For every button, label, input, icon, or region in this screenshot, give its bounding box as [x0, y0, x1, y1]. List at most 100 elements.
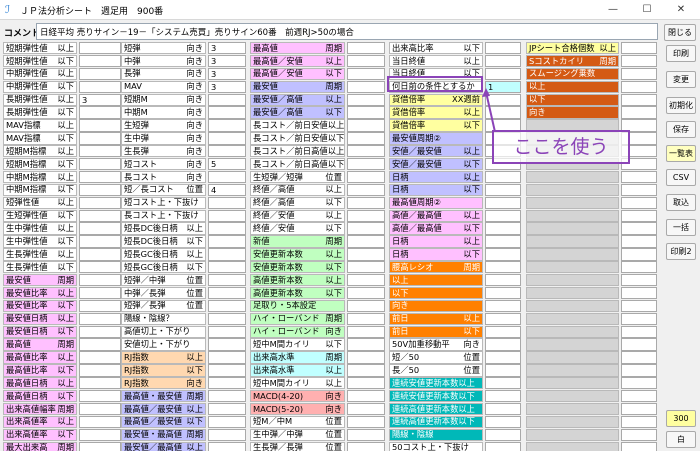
condition-value-input[interactable]	[485, 42, 521, 55]
condition-value-input[interactable]	[79, 80, 121, 93]
condition-value-input[interactable]	[621, 377, 657, 390]
condition-value-input[interactable]	[79, 428, 121, 442]
condition-value-input[interactable]: 4	[208, 183, 246, 197]
print-button[interactable]: 印刷	[666, 45, 696, 62]
condition-value-input[interactable]	[347, 441, 385, 451]
condition-value-input[interactable]	[347, 106, 385, 119]
condition-value-input[interactable]	[621, 338, 657, 351]
csv-button[interactable]: CSV	[666, 169, 696, 186]
condition-value-input[interactable]: 3	[79, 93, 121, 106]
condition-value-input[interactable]	[347, 286, 385, 300]
condition-value-input[interactable]	[79, 145, 121, 158]
condition-value-input[interactable]	[485, 299, 521, 313]
condition-value-input[interactable]	[621, 390, 657, 403]
condition-value-input[interactable]	[79, 158, 121, 171]
condition-value-input[interactable]	[347, 222, 385, 235]
condition-value-input[interactable]	[347, 209, 385, 222]
condition-value-input[interactable]	[485, 106, 521, 119]
condition-value-input[interactable]: 3	[208, 80, 246, 93]
condition-value-input[interactable]	[347, 428, 385, 442]
condition-value-input[interactable]	[485, 209, 521, 222]
condition-value-input[interactable]	[621, 286, 657, 300]
condition-value-input[interactable]	[621, 106, 657, 119]
print2-button[interactable]: 印刷2	[666, 243, 696, 260]
condition-value-input[interactable]: 3	[208, 42, 246, 55]
condition-value-input[interactable]	[208, 351, 246, 364]
condition-value-input[interactable]	[621, 209, 657, 222]
change-button[interactable]: 変更	[666, 71, 696, 88]
condition-value-input[interactable]	[485, 286, 521, 300]
condition-value-input[interactable]	[208, 106, 246, 119]
condition-value-input[interactable]	[485, 222, 521, 235]
condition-value-input[interactable]	[79, 235, 121, 248]
condition-value-input[interactable]	[621, 325, 657, 338]
condition-value-input[interactable]	[621, 170, 657, 184]
condition-value-input[interactable]	[79, 261, 121, 274]
condition-value-input[interactable]	[79, 377, 121, 390]
condition-value-input[interactable]	[347, 274, 385, 287]
condition-value-input[interactable]	[485, 312, 521, 325]
condition-value-input[interactable]	[485, 54, 521, 68]
condition-value-input[interactable]	[621, 261, 657, 274]
save-button[interactable]: 保存	[666, 121, 696, 138]
condition-value-input[interactable]	[485, 325, 521, 338]
condition-value-input[interactable]	[347, 54, 385, 68]
condition-value-input[interactable]	[208, 402, 246, 416]
condition-value-input[interactable]	[79, 312, 121, 325]
condition-value-input[interactable]	[347, 93, 385, 106]
condition-value-input[interactable]	[208, 196, 246, 209]
condition-value-input[interactable]	[347, 364, 385, 377]
condition-value-input[interactable]	[347, 377, 385, 390]
condition-value-input[interactable]	[621, 402, 657, 416]
condition-value-input[interactable]	[208, 119, 246, 132]
condition-value-input[interactable]	[485, 235, 521, 248]
condition-value-input[interactable]: 5	[208, 158, 246, 171]
condition-value-input[interactable]	[208, 312, 246, 325]
condition-value-input[interactable]	[208, 286, 246, 300]
condition-value-input[interactable]	[347, 158, 385, 171]
condition-value-input[interactable]	[79, 67, 121, 81]
maximize-button[interactable]: ☐	[630, 0, 664, 20]
condition-value-input[interactable]	[208, 428, 246, 442]
condition-value-input[interactable]	[79, 325, 121, 338]
condition-value-input[interactable]	[347, 145, 385, 158]
condition-value-input[interactable]	[621, 54, 657, 68]
condition-value-input[interactable]	[347, 351, 385, 364]
condition-value-input[interactable]	[79, 402, 121, 416]
condition-value-input[interactable]	[621, 441, 657, 451]
condition-value-input[interactable]	[485, 338, 521, 351]
condition-value-input[interactable]	[347, 80, 385, 93]
condition-value-input[interactable]	[485, 196, 521, 209]
condition-value-input[interactable]	[621, 299, 657, 313]
condition-value-input[interactable]	[79, 415, 121, 429]
condition-value-input[interactable]	[347, 338, 385, 351]
condition-value-input[interactable]	[621, 183, 657, 197]
condition-value-input[interactable]	[621, 222, 657, 235]
condition-value-input[interactable]	[347, 67, 385, 81]
condition-value-input[interactable]	[347, 390, 385, 403]
condition-value-input[interactable]	[79, 338, 121, 351]
condition-value-input[interactable]: 1	[485, 80, 521, 93]
condition-value-input[interactable]	[621, 428, 657, 442]
condition-value-input[interactable]	[79, 364, 121, 377]
condition-value-input[interactable]	[621, 415, 657, 429]
condition-value-input[interactable]	[347, 196, 385, 209]
condition-value-input[interactable]	[347, 299, 385, 313]
import-button[interactable]: 取込	[666, 194, 696, 211]
condition-value-input[interactable]	[79, 351, 121, 364]
white-button[interactable]: 白	[666, 431, 696, 448]
condition-value-input[interactable]	[347, 170, 385, 184]
condition-value-input[interactable]	[208, 222, 246, 235]
condition-value-input[interactable]	[485, 415, 521, 429]
condition-value-input[interactable]	[208, 441, 246, 451]
condition-value-input[interactable]	[485, 248, 521, 261]
condition-value-input[interactable]	[208, 377, 246, 390]
condition-value-input[interactable]	[621, 351, 657, 364]
sheet-number-button[interactable]: 300	[666, 410, 696, 427]
condition-value-input[interactable]	[347, 325, 385, 338]
condition-value-input[interactable]	[208, 274, 246, 287]
condition-value-input[interactable]	[79, 286, 121, 300]
condition-value-input[interactable]	[347, 402, 385, 416]
condition-value-input[interactable]	[485, 364, 521, 377]
condition-value-input[interactable]	[485, 261, 521, 274]
